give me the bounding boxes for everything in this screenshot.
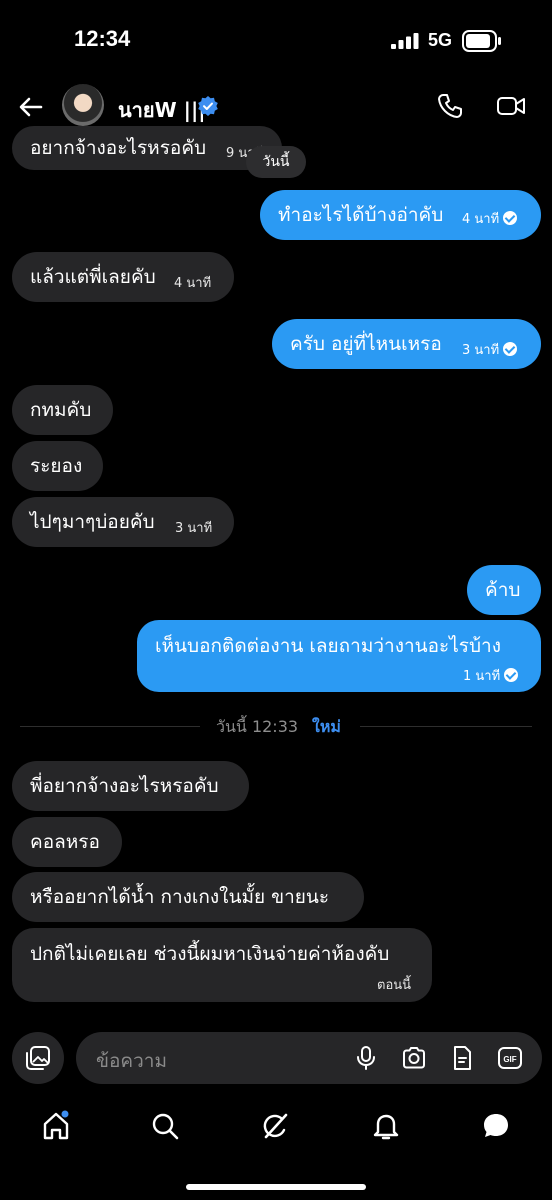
gallery-button[interactable] [12, 1032, 64, 1084]
search-icon[interactable] [149, 1110, 181, 1142]
divider-line [360, 726, 532, 727]
message-text: ไปๆมาๆบ่อยคับ [30, 511, 155, 533]
status-bar: 12:34 5G [0, 0, 552, 84]
status-time: 12:34 [74, 26, 131, 51]
message-outgoing[interactable]: เห็นบอกติดต่องาน เลยถามว่างานอะไรบ้าง 1 … [137, 620, 541, 692]
microphone-icon[interactable] [352, 1044, 380, 1072]
divider-line [20, 726, 200, 727]
gif-icon[interactable]: GIF [496, 1044, 524, 1072]
date-chip: วันนี้ [246, 146, 306, 178]
network-type: 5G [428, 30, 453, 50]
messages-icon[interactable] [480, 1110, 512, 1142]
home-indicator [186, 1184, 366, 1190]
message-placeholder: ข้อความ [96, 1050, 167, 1072]
read-check-icon [503, 342, 518, 356]
message-incoming[interactable]: ปกติไม่เคยเลย ช่วงนี้ผมหาเงินจ่ายค่าห้อง… [12, 928, 432, 1002]
message-text: หรืออยากได้น้ำ กางเกงในมั้ย ขายนะ [30, 886, 330, 908]
message-outgoing[interactable]: ทำอะไรได้บ้างอ่าคับ 4 นาที [260, 190, 541, 240]
message-text: อยากจ้างอะไรหรอคับ [30, 137, 207, 159]
message-incoming[interactable]: กทมคับ [12, 385, 113, 435]
message-text: ครับ อยู่ที่ไหนเหรอ [290, 333, 442, 355]
message-time: 1 นาที [463, 665, 519, 686]
message-text: กทมคับ [30, 399, 92, 421]
message-text: ระยอง [30, 455, 83, 477]
message-incoming[interactable]: อยากจ้างอะไรหรอคับ 9 นาที [12, 126, 282, 170]
message-incoming[interactable]: แล้วแต่พี่เลยคับ 4 นาที [12, 252, 234, 302]
phone-icon[interactable] [436, 92, 464, 120]
document-icon[interactable] [448, 1044, 476, 1072]
message-composer: ข้อความ GIF [0, 1030, 552, 1090]
grok-icon[interactable] [259, 1110, 291, 1142]
chat-header: นายW ||| [0, 84, 552, 132]
verified-badge-icon [198, 96, 218, 116]
message-text: เห็นบอกติดต่องาน เลยถามว่างานอะไรบ้าง [155, 635, 502, 657]
message-incoming[interactable]: พี่อยากจ้างอะไรหรอคับ [12, 761, 249, 811]
message-incoming[interactable]: หรืออยากได้น้ำ กางเกงในมั้ย ขายนะ [12, 872, 364, 922]
message-text: ค้าบ [485, 579, 521, 601]
bottom-nav [0, 1100, 552, 1160]
message-time: 3 นาที [462, 339, 518, 360]
new-label: ใหม่ [312, 717, 341, 736]
divider-time: วันนี้ 12:33 [216, 717, 299, 736]
svg-text:GIF: GIF [503, 1055, 516, 1064]
message-incoming[interactable]: ไปๆมาๆบ่อยคับ 3 นาที [12, 497, 234, 547]
new-messages-divider: วันนี้ 12:33 ใหม่ [20, 712, 532, 740]
message-text: คอลหรอ [30, 831, 100, 853]
message-text: ปกติไม่เคยเลย ช่วงนี้ผมหาเงินจ่ายค่าห้อง… [30, 943, 390, 965]
signal-icon [391, 33, 419, 49]
message-time: 4 นาที [174, 276, 212, 291]
message-text: พี่อยากจ้างอะไรหรอคับ [30, 775, 219, 797]
read-check-icon [504, 668, 519, 682]
battery-icon [462, 30, 501, 52]
gallery-icon [26, 1046, 50, 1070]
back-arrow-icon[interactable] [16, 92, 46, 122]
message-time: 4 นาที [462, 208, 518, 229]
message-text: ทำอะไรได้บ้างอ่าคับ [278, 204, 444, 226]
contact-name[interactable]: นายW ||| [118, 94, 206, 126]
message-input[interactable]: ข้อความ GIF [76, 1032, 542, 1084]
message-text: แล้วแต่พี่เลยคับ [30, 266, 156, 288]
camera-icon[interactable] [400, 1044, 428, 1072]
message-time: 3 นาที [175, 521, 213, 536]
avatar[interactable] [62, 84, 104, 126]
message-incoming[interactable]: ระยอง [12, 441, 103, 491]
message-time: ตอนนี้ [377, 978, 412, 993]
read-check-icon [503, 211, 518, 225]
message-incoming[interactable]: คอลหรอ [12, 817, 122, 867]
message-outgoing[interactable]: ครับ อยู่ที่ไหนเหรอ 3 นาที [272, 319, 541, 369]
bell-icon[interactable] [370, 1110, 402, 1142]
home-icon[interactable] [40, 1110, 72, 1142]
message-outgoing[interactable]: ค้าบ [467, 565, 541, 615]
video-call-icon[interactable] [496, 92, 526, 120]
